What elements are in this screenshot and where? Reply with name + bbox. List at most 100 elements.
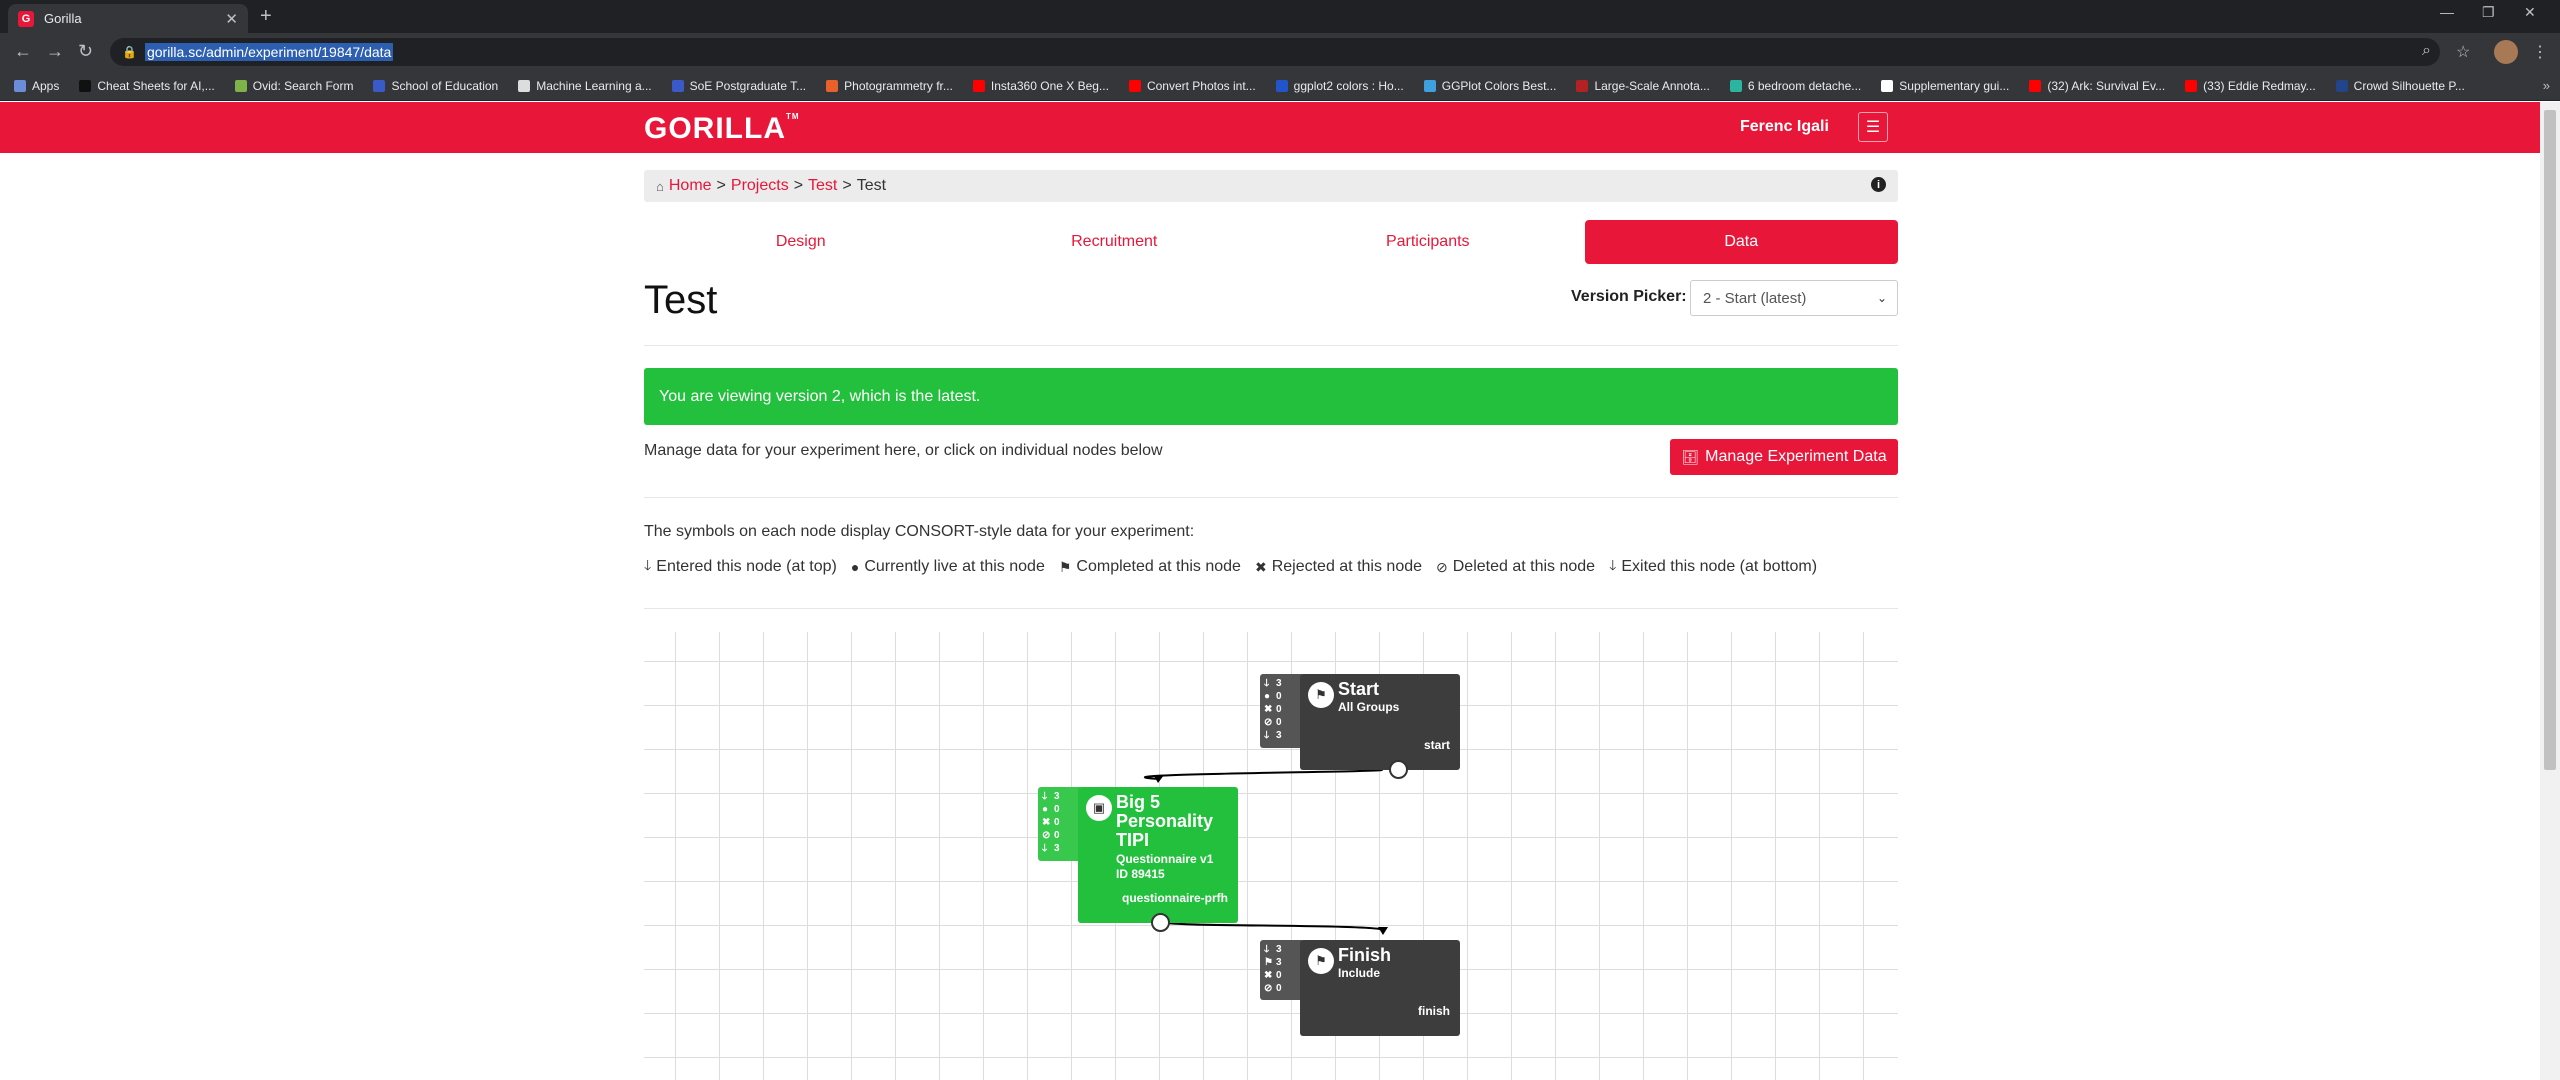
zoom-icon[interactable]: ⌕: [2422, 42, 2431, 60]
breadcrumb-home[interactable]: Home: [669, 177, 712, 195]
tab-recruitment[interactable]: Recruitment: [958, 220, 1272, 264]
legend-item: ⊘ Deleted at this node: [1436, 555, 1595, 579]
node-stat-row: ✖ 0: [1264, 969, 1298, 982]
start-output-port[interactable]: [1389, 760, 1408, 779]
node-stat-value: 0: [1276, 983, 1282, 994]
node-stat-row: 🡓 3: [1042, 790, 1076, 803]
node-stat-row: ⚑ 3: [1264, 956, 1298, 969]
reload-icon[interactable]: ↻: [78, 41, 93, 62]
bookmark-item[interactable]: Supplementary gui...: [1881, 79, 2009, 93]
questionnaire-output-port[interactable]: [1151, 913, 1170, 932]
bookmark-item[interactable]: Crowd Silhouette P...: [2335, 79, 2465, 93]
divider: [644, 345, 1898, 346]
bookmark-item[interactable]: 6 bedroom detache...: [1729, 78, 1862, 93]
bookmark-item[interactable]: (33) Eddie Redmay...: [2185, 79, 2316, 93]
bookmark-label: Supplementary gui...: [1899, 78, 2010, 93]
bookmark-favicon-icon: [1576, 79, 1589, 92]
start-node-stats: 🡓 3 ● 0 ✖ 0 ⊘ 0 🡓 3: [1260, 674, 1302, 748]
node-stat-value: 0: [1276, 717, 1282, 728]
hamburger-menu-icon[interactable]: ☰: [1858, 112, 1888, 142]
close-window-icon[interactable]: ✕: [2524, 4, 2536, 21]
questionnaire-node-body: ▣ Big 5 Personality TIPI Questionnaire v1 I…: [1078, 787, 1238, 923]
node-stat-value: 0: [1276, 691, 1282, 702]
bookmark-item[interactable]: Apps: [14, 79, 59, 93]
info-icon[interactable]: i: [1871, 177, 1886, 192]
tab-data[interactable]: Data: [1584, 220, 1898, 264]
breadcrumb-project-test[interactable]: Test: [808, 177, 837, 195]
node-stat-icon: 🡓: [1264, 944, 1270, 955]
bookmark-favicon-icon: [234, 79, 247, 92]
bookmark-item[interactable]: Ovid: Search Form: [234, 78, 354, 93]
bookmark-favicon-icon: [1128, 79, 1141, 92]
bookmark-item[interactable]: School of Education: [373, 79, 498, 93]
address-bar[interactable]: 🔒 gorilla.sc/admin/experiment/19847/data: [110, 38, 2440, 66]
version-picker-value: 2 - Start (latest): [1703, 289, 1807, 307]
gorilla-logo[interactable]: GORILLATM: [644, 112, 800, 146]
back-icon[interactable]: ←: [14, 41, 32, 62]
divider: [644, 497, 1898, 498]
node-stat-row: 🡓 3: [1264, 729, 1298, 742]
bookmark-item[interactable]: Photogrammetry fr...: [826, 79, 953, 93]
consort-legend: 🡓 Entered this node (at top) ● Currently li…: [644, 555, 1831, 579]
experiment-tree-canvas[interactable]: 🡓 3 ● 0 ✖ 0 ⊘ 0 🡓 3 ⚑ Start All Groups start 🡓 3 ● 0…: [644, 632, 1898, 1080]
bookmark-item[interactable]: SoE Postgraduate T...: [671, 79, 806, 93]
breadcrumb-current: Test: [856, 177, 887, 194]
flag-icon: ⚑: [1308, 682, 1334, 708]
more-bookmarks-icon[interactable]: »: [2543, 78, 2550, 93]
start-node-subtitle: All Groups: [1338, 700, 1400, 714]
browser-tab-bar: G Gorilla ✕ + — ❐ ✕: [0, 0, 2560, 33]
breadcrumb-projects[interactable]: Projects: [731, 177, 789, 195]
manage-experiment-data-button[interactable]: 🗄 Manage Experiment Data: [1670, 439, 1898, 475]
browser-tab[interactable]: G Gorilla ✕: [8, 4, 248, 33]
scrollbar-thumb[interactable]: [2544, 110, 2556, 770]
profile-avatar[interactable]: [2494, 40, 2518, 64]
edge-start-to-questionnaire: [1144, 769, 1383, 780]
bookmark-item[interactable]: Machine Learning a...: [518, 79, 652, 93]
bookmark-favicon-icon: [671, 79, 684, 92]
start-node-body: ⚑ Start All Groups start: [1300, 674, 1460, 770]
version-alert: You are viewing version 2, which is the …: [644, 368, 1898, 425]
version-picker-select[interactable]: 2 - Start (latest) ⌄: [1690, 280, 1898, 316]
gorilla-favicon-icon: G: [18, 10, 34, 27]
minimize-icon[interactable]: —: [2440, 4, 2454, 20]
bookmark-favicon-icon: [14, 79, 26, 92]
node-stat-row: ⊘ 0: [1264, 982, 1298, 995]
browser-menu-icon[interactable]: ⋮: [2532, 42, 2548, 62]
node-stat-row: ⊘ 0: [1264, 716, 1298, 729]
user-name[interactable]: Ferenc Igali: [1740, 118, 1829, 136]
close-tab-icon[interactable]: ✕: [225, 10, 238, 28]
bookmark-item[interactable]: (32) Ark: Survival Ev...: [2029, 79, 2165, 93]
bookmark-item[interactable]: Convert Photos int...: [1128, 79, 1256, 93]
questionnaire-icon: ▣: [1086, 795, 1112, 821]
node-stat-icon: ●: [1264, 691, 1271, 702]
chevron-down-icon: ⌄: [1876, 291, 1887, 305]
new-tab-icon[interactable]: +: [260, 5, 272, 28]
legend-label: Currently live at this node: [864, 558, 1045, 575]
node-stat-icon: 🡓: [1264, 730, 1270, 741]
node-stat-value: 3: [1054, 843, 1060, 854]
bookmark-item[interactable]: Cheat Sheets for AI,...: [79, 79, 215, 93]
bookmark-label: Ovid: Search Form: [252, 78, 354, 93]
node-stat-value: 3: [1276, 944, 1282, 955]
node-stat-icon: ✖: [1264, 704, 1273, 715]
node-stat-icon: ⚑: [1264, 957, 1273, 968]
bookmark-item[interactable]: Large-Scale Annota...: [1576, 79, 1710, 93]
node-stat-value: 3: [1276, 730, 1282, 741]
bookmark-item[interactable]: GGPlot Colors Best...: [1423, 79, 1556, 93]
bookmark-label: 6 bedroom detache...: [1747, 78, 1862, 93]
bookmark-item[interactable]: ggplot2 colors : Ho...: [1275, 79, 1404, 93]
bookmark-favicon-icon: [1881, 79, 1894, 92]
forward-icon[interactable]: →: [46, 41, 64, 62]
tab-participants[interactable]: Participants: [1271, 220, 1585, 264]
finish-node-body: ⚑ Finish Include finish: [1300, 940, 1460, 1036]
start-node-id: start: [1423, 738, 1450, 752]
legend-item: ✖ Rejected at this node: [1255, 555, 1422, 579]
page-scrollbar[interactable]: [2540, 102, 2560, 1080]
bookmark-item[interactable]: Insta360 One X Beg...: [972, 79, 1109, 93]
tab-design[interactable]: Design: [644, 220, 958, 264]
legend-label: Deleted at this node: [1452, 558, 1596, 575]
bookmark-star-icon[interactable]: ☆: [2456, 42, 2470, 62]
restore-icon[interactable]: ❐: [2482, 4, 2495, 21]
node-stat-row: ● 0: [1042, 803, 1076, 816]
node-stat-icon: ⊘: [1264, 717, 1273, 728]
